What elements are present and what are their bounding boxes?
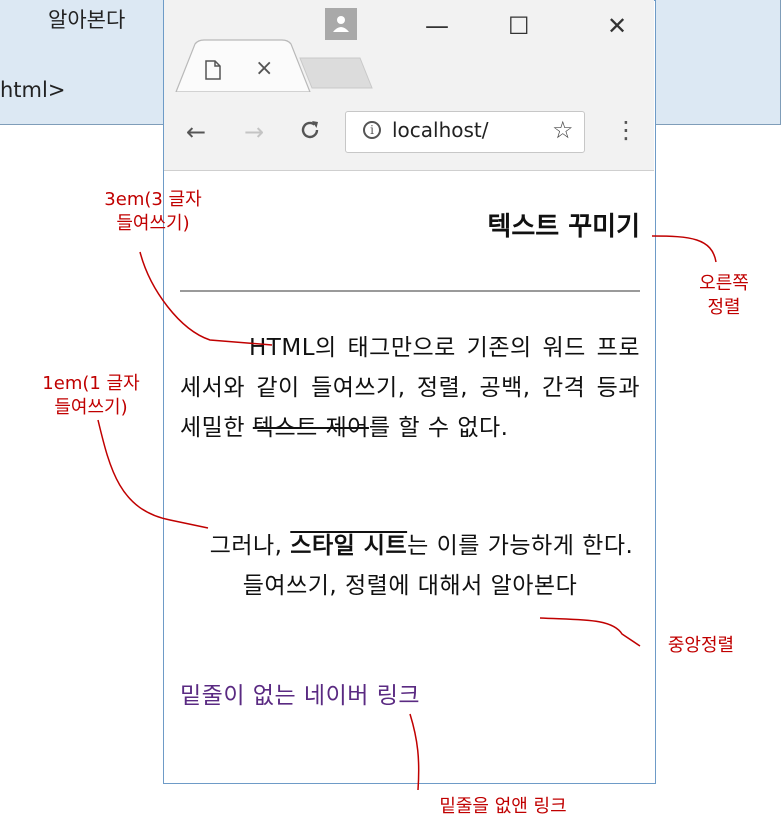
- annotation-indent-3em: 3em(3 글자 들여쓰기): [76, 188, 230, 236]
- annotation-line: 들여쓰기): [116, 213, 190, 234]
- back-arrow-icon[interactable]: ←: [186, 120, 206, 144]
- url-text[interactable]: localhost/: [392, 118, 489, 142]
- reload-icon[interactable]: [298, 118, 322, 146]
- annotation-line: 들여쓰기): [54, 397, 128, 418]
- maximize-button[interactable]: ☐: [508, 14, 530, 38]
- naver-link[interactable]: 밑줄이 없는 네이버 링크: [180, 676, 420, 710]
- overline-bold-text: 스타일 시트: [290, 533, 408, 559]
- background-text: 알아본다: [48, 8, 126, 32]
- info-icon[interactable]: i: [363, 121, 381, 139]
- annotation-right-align: 오른쪽 정렬: [684, 272, 764, 320]
- strikethrough-text: 텍스트 제어: [252, 415, 369, 441]
- annotation-center-align: 중앙정렬: [667, 635, 735, 656]
- annotation-line: 정렬: [707, 297, 741, 318]
- annotation-line: 오른쪽: [699, 273, 749, 294]
- page-heading: 텍스트 꾸미기: [487, 212, 640, 242]
- paragraph-text: 를 할 수 없다.: [368, 415, 509, 441]
- paragraph-indent-3em: HTML의 태그만으로 기존의 워드 프로세서와 같이 들여쓰기, 정렬, 공백…: [180, 328, 640, 448]
- annotation-line: 1em(1 글자: [42, 373, 140, 394]
- paragraph-centered: 그러나, 스타일 시트는 이를 가능하게 한다. 들여쓰기, 정렬에 대해서 알…: [180, 526, 640, 606]
- horizontal-rule: [180, 290, 640, 292]
- page-icon: [205, 60, 221, 84]
- new-tab-button[interactable]: [302, 58, 368, 88]
- profile-icon[interactable]: [325, 8, 357, 40]
- bookmark-star-icon[interactable]: ☆: [552, 116, 574, 144]
- background-text: html>: [0, 78, 66, 102]
- annotation-indent-1em: 1em(1 글자 들여쓰기): [14, 372, 168, 420]
- menu-icon[interactable]: ⋮: [614, 116, 638, 144]
- forward-arrow-icon[interactable]: →: [244, 120, 264, 144]
- annotation-no-underline-link: 밑줄을 없앤 링크: [439, 796, 567, 817]
- tab-close-icon[interactable]: ×: [255, 56, 273, 81]
- minimize-button[interactable]: —: [425, 14, 449, 38]
- close-window-button[interactable]: ✕: [607, 14, 627, 38]
- paragraph-text: 그러나,: [209, 533, 291, 559]
- annotation-line: 3em(3 글자: [104, 189, 202, 210]
